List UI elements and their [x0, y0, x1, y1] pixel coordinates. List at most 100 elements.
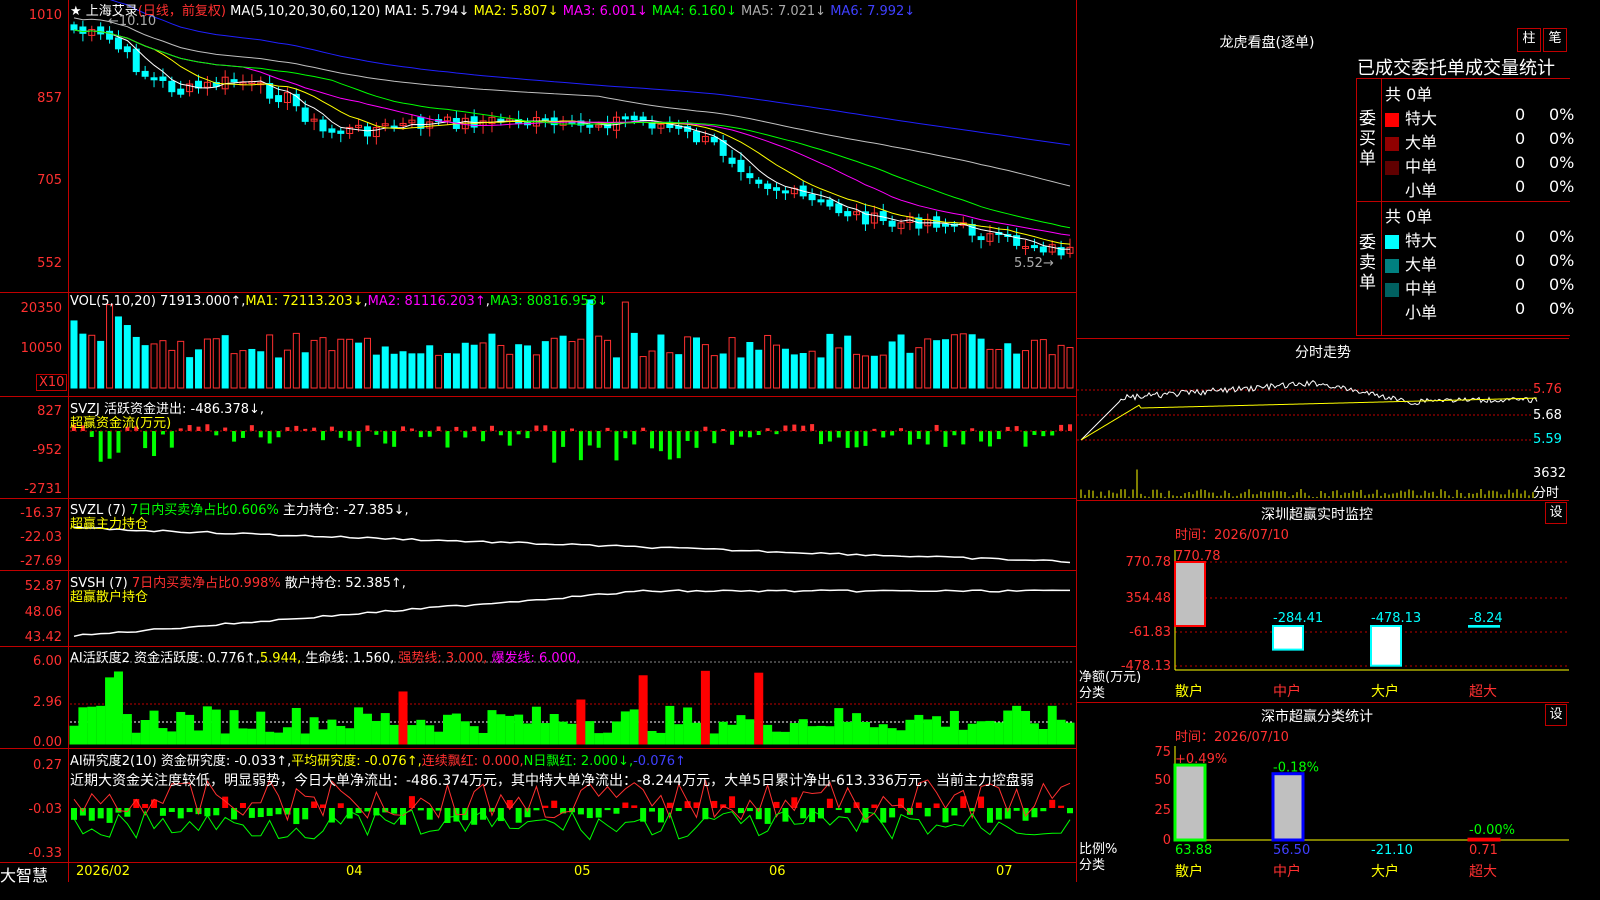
- buy-row: 大单 0 0%: [1385, 129, 1574, 153]
- brand-logo[interactable]: 大智慧: [0, 862, 48, 886]
- volume-bar: [355, 342, 363, 389]
- class-settings-button[interactable]: 设: [1545, 704, 1567, 726]
- volume-bar: [515, 344, 523, 389]
- money-flow-bar: [401, 426, 406, 431]
- volume-bar: [799, 353, 807, 389]
- svzl-axis-3: -27.69: [20, 554, 62, 569]
- activity-bar: [318, 729, 328, 745]
- research-bar: [355, 808, 362, 814]
- money-flow-bar: [934, 424, 939, 431]
- class-bar: [1467, 837, 1501, 842]
- research-bar: [515, 808, 522, 823]
- research-bar: [159, 808, 166, 816]
- svsh-subtitle: 超赢散户持仓: [70, 590, 149, 605]
- activity-bar: [87, 706, 97, 745]
- bar-mode-button[interactable]: 柱: [1517, 28, 1541, 52]
- volume-bar: [657, 334, 665, 389]
- money-flow-bar: [498, 431, 503, 436]
- volume-bar: [203, 338, 211, 389]
- volume-bar: [444, 353, 451, 389]
- research-bar: [257, 808, 264, 818]
- activity-bar: [843, 721, 853, 745]
- activity-bar: [1038, 728, 1048, 745]
- money-flow-bar: [650, 431, 655, 449]
- intraday-avg-line: [1080, 397, 1537, 441]
- retail-holding-line: [73, 589, 1070, 638]
- activity-bar: [896, 730, 906, 745]
- candle-body: [97, 26, 105, 35]
- star-icon[interactable]: ★: [70, 4, 82, 19]
- monitor-category: 中户: [1273, 683, 1301, 700]
- ma-params: MA(5,10,20,30,60,120): [230, 4, 381, 19]
- monitor-axis-label: -61.83: [1129, 625, 1171, 640]
- activity-bar: [852, 713, 862, 745]
- intraday-chart[interactable]: [1077, 360, 1569, 500]
- volume-bar: [506, 353, 514, 389]
- activity-bar: [514, 714, 524, 745]
- volume-bar: [275, 357, 283, 389]
- candle-body: [301, 107, 309, 122]
- research-bar: [586, 808, 593, 819]
- volume-bar: [942, 339, 949, 389]
- candle-body: [844, 211, 852, 217]
- activity-bar: [113, 671, 123, 745]
- money-flow-bar: [187, 425, 192, 431]
- activity-bar: [674, 724, 684, 745]
- research-bar: [542, 805, 549, 808]
- tick-mode-button[interactable]: 笔: [1543, 28, 1567, 52]
- research-bar: [71, 808, 77, 820]
- activity-bar: [967, 723, 977, 745]
- activity-bar: [1012, 705, 1022, 745]
- money-flow-bar: [916, 431, 921, 439]
- monitor-settings-button[interactable]: 设: [1545, 502, 1567, 524]
- activity-bar: [914, 714, 924, 745]
- buy-pct: 0%: [1549, 129, 1575, 148]
- activity-bar: [718, 721, 728, 745]
- sell-label: 特大: [1405, 231, 1438, 250]
- activity-bar: [629, 709, 639, 745]
- activity-bar: [585, 721, 595, 745]
- ma20-line: [73, 29, 1071, 236]
- money-flow-bar: [819, 431, 823, 445]
- activity-bar: [282, 727, 292, 745]
- ma5-value: MA5: 7.021↓: [741, 4, 827, 19]
- volume-bar: [79, 333, 87, 389]
- volume-bar: [70, 320, 78, 389]
- x-label-3: 05: [574, 864, 591, 879]
- research-bar: [1040, 808, 1047, 812]
- class-category: 中户: [1273, 863, 1301, 880]
- research-bar: [426, 808, 433, 820]
- activity-bar: [140, 720, 150, 745]
- volume-bar: [737, 357, 745, 389]
- activity-bar: [238, 728, 248, 745]
- money-flow-bar: [534, 425, 539, 431]
- activity-bar: [451, 713, 461, 745]
- price-header: ★ 上海艾录(日线，前复权) MA(5,10,20,30,60,120) MA1…: [70, 0, 915, 19]
- research-bar: [248, 808, 255, 818]
- activity-bar: [647, 730, 657, 745]
- research-bar: [818, 808, 824, 819]
- buy-count: 0: [1515, 105, 1526, 124]
- volume-bar: [266, 334, 274, 389]
- activity-bar: [1056, 719, 1066, 745]
- activity-bar: [611, 721, 621, 745]
- volume-bar: [621, 301, 629, 389]
- main-chart-area[interactable]: ★ 上海艾录(日线，前复权) MA(5,10,20,30,60,120) MA1…: [0, 0, 1076, 885]
- volume-bar: [426, 345, 434, 389]
- money-flow-bar: [730, 431, 735, 445]
- activity-bar: [220, 733, 230, 745]
- money-flow-bar: [1023, 431, 1028, 447]
- money-flow-bar: [249, 425, 254, 431]
- monitor-bar-value: -284.41: [1273, 611, 1323, 626]
- ma30-line: [73, 29, 1071, 229]
- money-flow-bar: [783, 425, 788, 431]
- volume-bar: [764, 334, 772, 389]
- volume-bar: [817, 357, 825, 389]
- candle-body: [648, 123, 656, 129]
- activity-bar: [567, 723, 577, 745]
- money-flow-bar: [143, 431, 148, 449]
- sell-pct: 0%: [1549, 227, 1575, 246]
- research-bar: [978, 796, 985, 808]
- money-flow-bar: [347, 431, 352, 441]
- class-bar-bottom: 56.50: [1273, 843, 1310, 858]
